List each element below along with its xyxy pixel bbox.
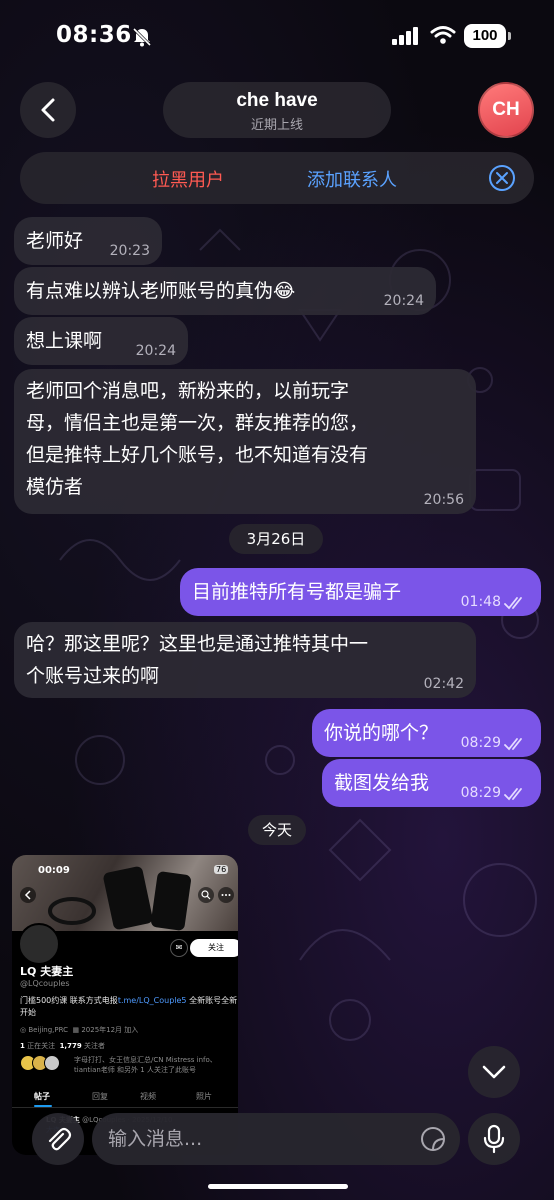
screenshot-time: 00:09	[38, 865, 70, 876]
block-user-button[interactable]: 拉黑用户	[152, 166, 224, 192]
message-text: 目前推特所有号都是骗子	[192, 581, 402, 603]
read-receipt-icon	[504, 597, 522, 610]
message-bubble[interactable]: 想上课啊 20:24	[14, 317, 188, 365]
add-contact-button[interactable]: 添加联系人	[307, 166, 397, 192]
profile-meta: ◎ Beijing,PRC ▦ 2025年12月 加入	[20, 1026, 139, 1034]
scroll-to-bottom-button[interactable]	[468, 1046, 520, 1098]
date-separator: 今天	[248, 815, 306, 845]
chevron-left-icon	[41, 98, 55, 122]
back-arrow-icon	[20, 887, 36, 903]
message-time: 08:29	[460, 735, 501, 751]
contact-avatar[interactable]: CH	[478, 82, 534, 138]
screenshot-battery: 76	[214, 865, 229, 874]
sticker-icon[interactable]	[419, 1125, 447, 1153]
message-input[interactable]	[108, 1113, 408, 1165]
profile-avatar	[18, 923, 60, 965]
message-bubble[interactable]: 老师回个消息吧，新粉来的，以前玩字 母，情侣主也是第一次，群友推荐的您， 但是推…	[14, 369, 476, 514]
message-time: 02:42	[423, 676, 464, 692]
profile-bio: 门槛500约课 联系方式电报t.me/LQ_Couple5 全新账号全新开始	[20, 996, 238, 1017]
tabs-divider	[12, 1107, 238, 1108]
close-icon[interactable]	[488, 164, 516, 192]
image-message[interactable]: 00:09 76 ✉ 关注 LQ 夫妻主 @LQcouples 门槛500约课 …	[12, 855, 238, 1155]
message-text-line: 但是推特上好几个账号，也不知道有没有	[26, 444, 369, 466]
message-text: 有点难以辨认老师账号的真伪😂	[26, 280, 296, 302]
profile-name: LQ 夫妻主	[20, 965, 74, 978]
message-bubble[interactable]: 老师好 20:23	[14, 217, 162, 265]
home-indicator	[208, 1184, 348, 1189]
message-bubble[interactable]: 哈？那这里呢？这里也是通过推特其中一 个账号过来的啊 02:42	[14, 622, 476, 698]
message-bubble-outgoing[interactable]: 截图发给我 08:29	[322, 759, 541, 807]
read-receipt-icon	[504, 738, 522, 751]
message-bubble[interactable]: 有点难以辨认老师账号的真伪😂 20:24	[14, 267, 436, 315]
message-icon: ✉	[170, 939, 188, 957]
status-bar: 08:36 100	[0, 0, 554, 72]
message-input-field[interactable]	[92, 1113, 460, 1165]
message-text: 想上课啊	[26, 330, 103, 352]
message-bubble-outgoing[interactable]: 目前推特所有号都是骗子 01:48	[180, 568, 541, 616]
battery-indicator: 100	[464, 24, 511, 48]
message-text-line: 个账号过来的啊	[26, 665, 160, 687]
back-button[interactable]	[20, 82, 76, 138]
status-time: 08:36	[56, 22, 132, 48]
profile-handle: @LQcouples	[20, 979, 70, 988]
message-text-line: 母，情侣主也是第一次，群友推荐的您，	[26, 412, 369, 434]
message-text-line: 模仿者	[26, 476, 84, 498]
bell-muted-icon	[132, 27, 152, 47]
date-separator: 3月26日	[229, 524, 323, 554]
contact-action-bar: 拉黑用户 添加联系人	[20, 152, 534, 204]
chevron-down-icon	[482, 1065, 506, 1079]
message-time: 20:23	[109, 243, 150, 259]
follow-button: 关注	[190, 939, 238, 957]
chat-title[interactable]: che have 近期上线	[163, 82, 391, 138]
read-receipt-icon	[504, 788, 522, 801]
more-icon	[218, 887, 234, 903]
message-text-line: 哈？那这里呢？这里也是通过推特其中一	[26, 633, 369, 655]
message-time: 01:48	[460, 594, 501, 610]
message-text-line: 老师回个消息吧，新粉来的，以前玩字	[26, 380, 350, 402]
profile-follow-counts: 1 正在关注 1,779 关注者	[20, 1042, 105, 1050]
wifi-icon	[430, 26, 456, 44]
microphone-button[interactable]	[468, 1113, 520, 1165]
message-time: 08:29	[460, 785, 501, 801]
message-text: 老师好	[26, 230, 84, 252]
contact-name: che have	[236, 90, 318, 111]
last-seen-status: 近期上线	[250, 118, 303, 133]
cellular-signal-icon	[392, 27, 418, 45]
attach-button[interactable]	[32, 1113, 84, 1165]
search-icon	[198, 887, 214, 903]
microphone-icon	[483, 1124, 505, 1154]
paperclip-icon	[48, 1127, 72, 1151]
message-text: 截图发给我	[334, 772, 430, 794]
message-text: 你说的哪个？	[324, 722, 439, 744]
message-time: 20:24	[383, 293, 424, 309]
banner-whip	[48, 897, 96, 925]
message-time: 20:24	[135, 343, 176, 359]
profile-tabs: 帖子 回复 视频 照片	[12, 1085, 238, 1107]
message-bubble-outgoing[interactable]: 你说的哪个？ 08:29	[312, 709, 541, 757]
message-time: 20:56	[423, 492, 464, 508]
